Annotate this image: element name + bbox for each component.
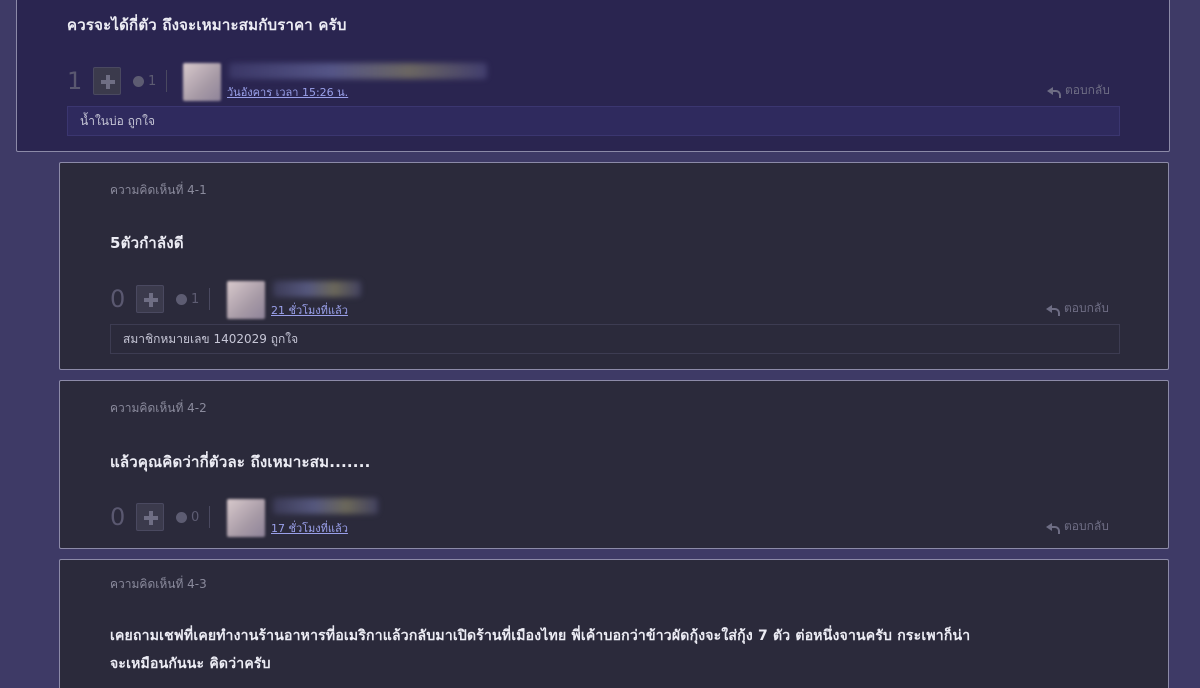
vote-controls: 1 1 [67,67,168,95]
vote-count: 0 [110,503,126,531]
vote-controls: 0 1 [110,285,211,313]
emotion-counter[interactable]: 1 [133,74,156,89]
plus-icon[interactable] [136,285,164,313]
username-blurred[interactable] [229,63,487,79]
reply-button[interactable]: ตอบกลับ [1047,81,1110,100]
reply-label: ตอบกลับ [1065,83,1110,97]
reply-button[interactable]: ตอบกลับ [1046,299,1109,318]
reply-label-number: ความคิดเห็นที่ 4-3 [110,577,207,591]
reply-arrow-icon [1047,86,1061,98]
comment-text: ควรจะได้กี่ตัว ถึงจะเหมาะสมกับราคา ครับ [67,16,347,34]
main-comment-card: ควรจะได้กี่ตัว ถึงจะเหมาะสมกับราคา ครับ … [16,0,1170,152]
emotion-count: 0 [191,509,200,525]
avatar[interactable] [227,281,265,319]
reply-label-number: ความคิดเห็นที่ 4-2 [110,401,207,415]
likes-text: สมาชิกหมายเลข 1402029 ถูกใจ [123,331,299,346]
emotion-counter[interactable]: 1 [176,292,199,307]
emotion-icon [133,75,144,87]
emotion-counter[interactable]: 0 [176,510,199,525]
reply-arrow-icon [1046,304,1060,316]
reply-text-line-2: จะเหมือนกันนะ คิดว่าครับ [110,656,271,672]
divider [166,70,168,92]
timestamp-link[interactable]: 17 ชั่วโมงที่แล้ว [271,519,348,537]
reply-card-4-2: ความคิดเห็นที่ 4-2 แล้วคุณคิดว่ากี่ตัวละ… [59,380,1169,549]
reply-label-number: ความคิดเห็นที่ 4-1 [110,183,207,197]
likes-bar: น้ำในบ่อ ถูกใจ [67,106,1120,136]
avatar[interactable] [183,63,221,101]
vote-count: 0 [110,285,126,313]
reply-button[interactable]: ตอบกลับ [1046,517,1109,536]
plus-icon[interactable] [136,503,164,531]
likes-bar: สมาชิกหมายเลข 1402029 ถูกใจ [110,324,1120,354]
timestamp-link[interactable]: 21 ชั่วโมงที่แล้ว [271,301,348,319]
reply-label: ตอบกลับ [1064,301,1109,315]
vote-controls: 0 0 [110,503,211,531]
emotion-icon [176,293,187,305]
avatar[interactable] [227,499,265,537]
divider [209,288,211,310]
reply-text: 5ตัวกำลังดี [110,234,184,252]
likes-text: น้ำในบ่อ ถูกใจ [80,113,156,128]
emotion-count: 1 [148,73,157,89]
timestamp-link[interactable]: วันอังคาร เวลา 15:26 น. [227,83,348,101]
divider [209,506,211,528]
reply-text-line-1: เคยถามเชฟที่เคยทำงานร้านอาหารที่อเมริกาแ… [110,628,971,644]
vote-count: 1 [67,67,83,95]
username-blurred[interactable] [273,498,378,514]
plus-icon[interactable] [93,67,121,95]
username-blurred[interactable] [273,281,361,297]
reply-text: แล้วคุณคิดว่ากี่ตัวละ ถึงเหมาะสม....... [110,453,371,471]
reply-arrow-icon [1046,522,1060,534]
reply-label: ตอบกลับ [1064,519,1109,533]
reply-card-4-3: ความคิดเห็นที่ 4-3 เคยถามเชฟที่เคยทำงานร… [59,559,1169,688]
emotion-count: 1 [191,291,200,307]
reply-card-4-1: ความคิดเห็นที่ 4-1 5ตัวกำลังดี 0 1 21 ชั… [59,162,1169,370]
emotion-icon [176,511,187,523]
